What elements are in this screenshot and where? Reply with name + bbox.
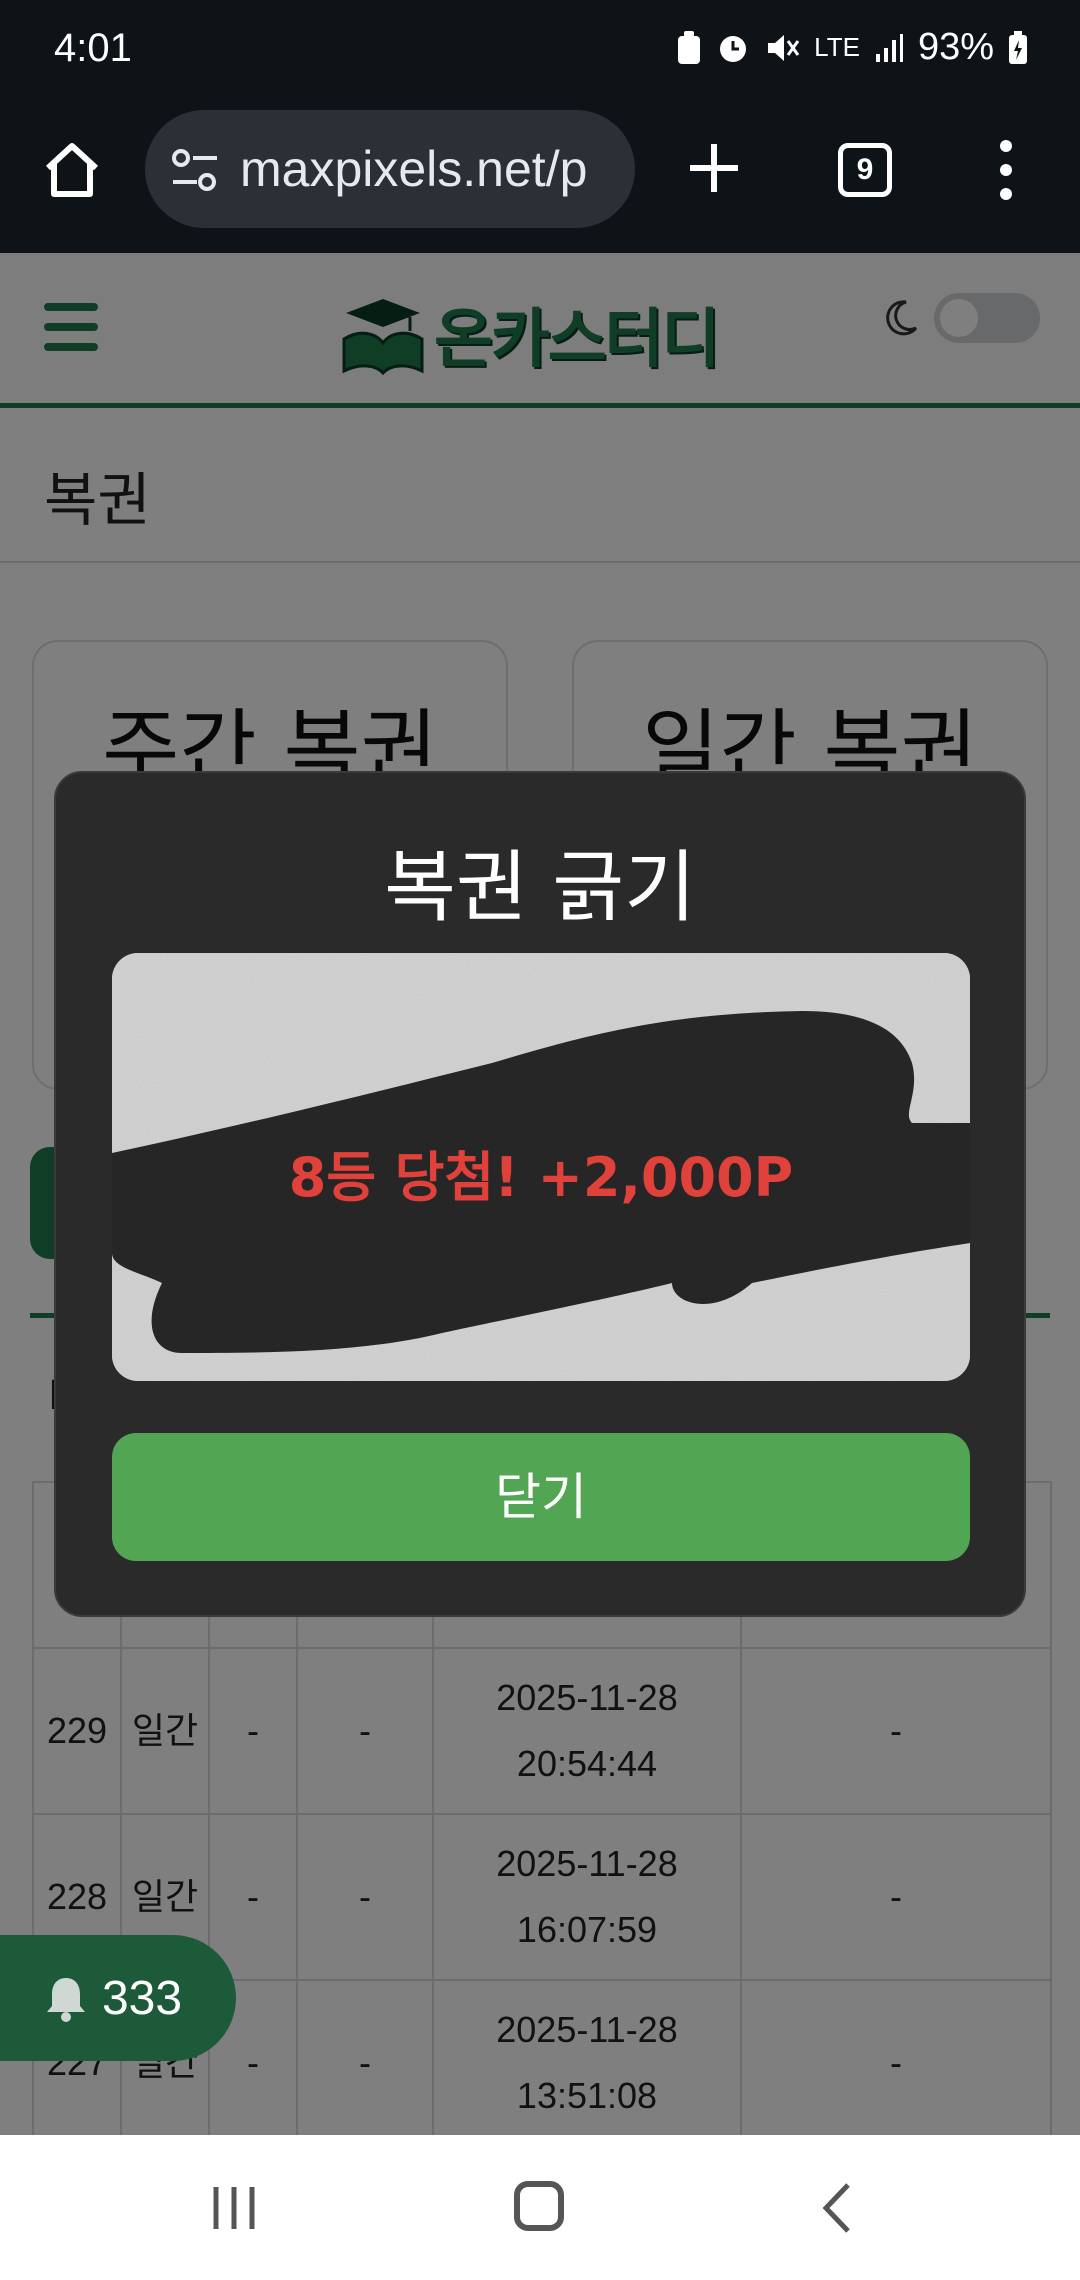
web-page: 온카스터디 복권 주간 복권 일간 복권 I 2 229 일간 - - 2025… bbox=[0, 253, 1080, 2135]
alarm-icon bbox=[720, 35, 747, 62]
signal-icon bbox=[875, 33, 903, 62]
tab-switcher-button[interactable]: 9 bbox=[838, 143, 892, 197]
battery-percent: 93% bbox=[917, 26, 994, 68]
notification-fab[interactable]: 333 bbox=[0, 1935, 236, 2061]
status-icons: LTE 93% bbox=[676, 26, 1028, 69]
scratch-card-area[interactable]: 8등 당첨! +2,000P bbox=[112, 953, 970, 1381]
close-button[interactable]: 닫기 bbox=[112, 1433, 970, 1561]
new-tab-icon[interactable] bbox=[686, 140, 742, 196]
status-time: 4:01 bbox=[54, 26, 132, 70]
browser-toolbar: maxpixels.net/p 9 bbox=[0, 100, 1080, 253]
status-bar: 4:01 LTE 93% bbox=[0, 0, 1080, 100]
home-button-icon[interactable] bbox=[514, 2181, 564, 2231]
mute-icon bbox=[768, 34, 800, 61]
address-bar[interactable]: maxpixels.net/p bbox=[145, 110, 635, 228]
modal-title: 복권 긁기 bbox=[384, 843, 696, 933]
recycle-notification-icon bbox=[678, 30, 701, 64]
scratch-lottery-modal: 복권 긁기 8등 당첨! +2,000P 닫기 bbox=[54, 771, 1026, 1617]
url-text: maxpixels.net/p bbox=[240, 141, 588, 197]
site-settings-icon[interactable] bbox=[169, 145, 221, 195]
back-icon[interactable] bbox=[820, 2181, 854, 2235]
battery-charging-icon bbox=[1009, 30, 1027, 64]
recent-apps-icon[interactable] bbox=[210, 2183, 258, 2233]
more-options-icon[interactable] bbox=[996, 138, 1016, 202]
bell-icon bbox=[46, 1978, 85, 2022]
prize-result-text: 8등 당첨! +2,000P bbox=[288, 1146, 794, 1209]
system-navigation-bar bbox=[0, 2135, 1080, 2280]
notification-count: 333 bbox=[101, 1971, 183, 2025]
home-icon[interactable] bbox=[40, 138, 104, 202]
network-type: LTE bbox=[814, 32, 860, 62]
